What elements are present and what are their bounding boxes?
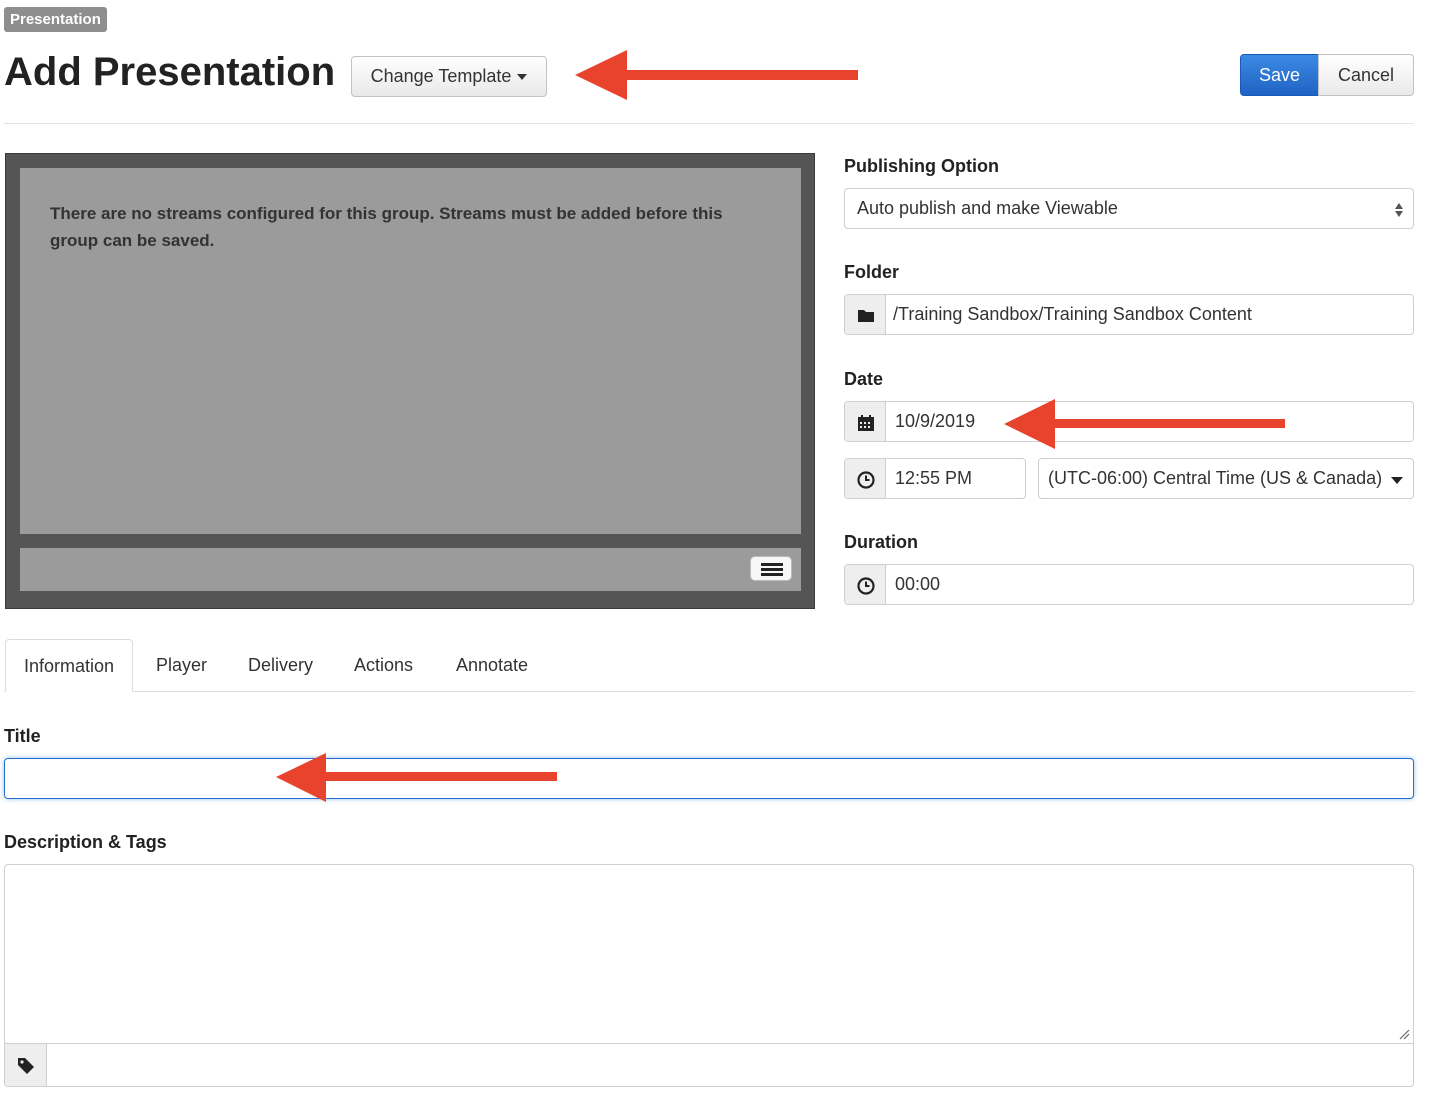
- folder-label: Folder: [844, 262, 900, 282]
- duration-field[interactable]: 00:00: [844, 564, 1414, 605]
- tab-delivery[interactable]: Delivery: [230, 639, 331, 692]
- date-value: 10/9/2019: [895, 411, 976, 431]
- tab-information[interactable]: Information: [5, 639, 133, 692]
- timezone-select[interactable]: (UTC-06:00) Central Time (US & Canada): [1038, 458, 1414, 499]
- time-value: 12:55 PM: [895, 468, 973, 488]
- select-arrows-icon: [1395, 201, 1405, 219]
- resize-grip-icon[interactable]: [1399, 1029, 1410, 1040]
- change-template-button[interactable]: Change Template: [351, 56, 547, 97]
- time-field[interactable]: 12:55 PM: [844, 458, 1026, 499]
- duration-label: Duration: [844, 532, 918, 552]
- menu-icon[interactable]: [750, 556, 792, 581]
- change-template-label: Change Template: [370, 66, 512, 86]
- description-textarea[interactable]: [4, 864, 1414, 1044]
- chevron-down-icon: [1391, 477, 1403, 484]
- title-input[interactable]: [4, 758, 1414, 799]
- publishing-option-select[interactable]: Auto publish and make Viewable: [844, 188, 1414, 229]
- player-screen: There are no streams configured for this…: [20, 168, 801, 534]
- cancel-button[interactable]: Cancel: [1318, 54, 1414, 96]
- player-control-bar: [20, 548, 801, 591]
- date-label: Date: [844, 369, 884, 389]
- tab-player[interactable]: Player: [138, 639, 225, 692]
- timezone-value: (UTC-06:00) Central Time (US & Canada): [1048, 468, 1383, 488]
- folder-icon[interactable]: [845, 295, 886, 334]
- annotation-arrow-icon: [575, 50, 858, 100]
- page-title: Add Presentation: [4, 50, 336, 94]
- header-divider: [4, 123, 1414, 124]
- title-label: Title: [4, 726, 41, 746]
- tags-field[interactable]: [4, 1043, 1414, 1087]
- annotation-arrow-icon: [1004, 399, 1285, 449]
- breadcrumb-badge: Presentation: [4, 7, 107, 32]
- annotation-arrow-icon: [276, 753, 557, 802]
- calendar-icon[interactable]: [845, 402, 886, 441]
- clock-icon[interactable]: [845, 565, 886, 604]
- player-preview: There are no streams configured for this…: [5, 153, 815, 609]
- tag-icon[interactable]: [5, 1044, 47, 1086]
- folder-value: /Training Sandbox/Training Sandbox Conte…: [893, 304, 1252, 324]
- publishing-option-value: Auto publish and make Viewable: [857, 198, 1118, 218]
- publishing-option-label: Publishing Option: [844, 156, 999, 176]
- folder-field[interactable]: /Training Sandbox/Training Sandbox Conte…: [844, 294, 1414, 335]
- duration-value: 00:00: [895, 574, 941, 594]
- tab-actions[interactable]: Actions: [336, 639, 431, 692]
- no-streams-message: There are no streams configured for this…: [50, 204, 723, 250]
- clock-icon[interactable]: [845, 459, 886, 498]
- save-button[interactable]: Save: [1240, 54, 1319, 96]
- description-label: Description & Tags: [4, 832, 167, 852]
- tab-annotate[interactable]: Annotate: [438, 639, 546, 692]
- chevron-down-icon: [517, 74, 528, 81]
